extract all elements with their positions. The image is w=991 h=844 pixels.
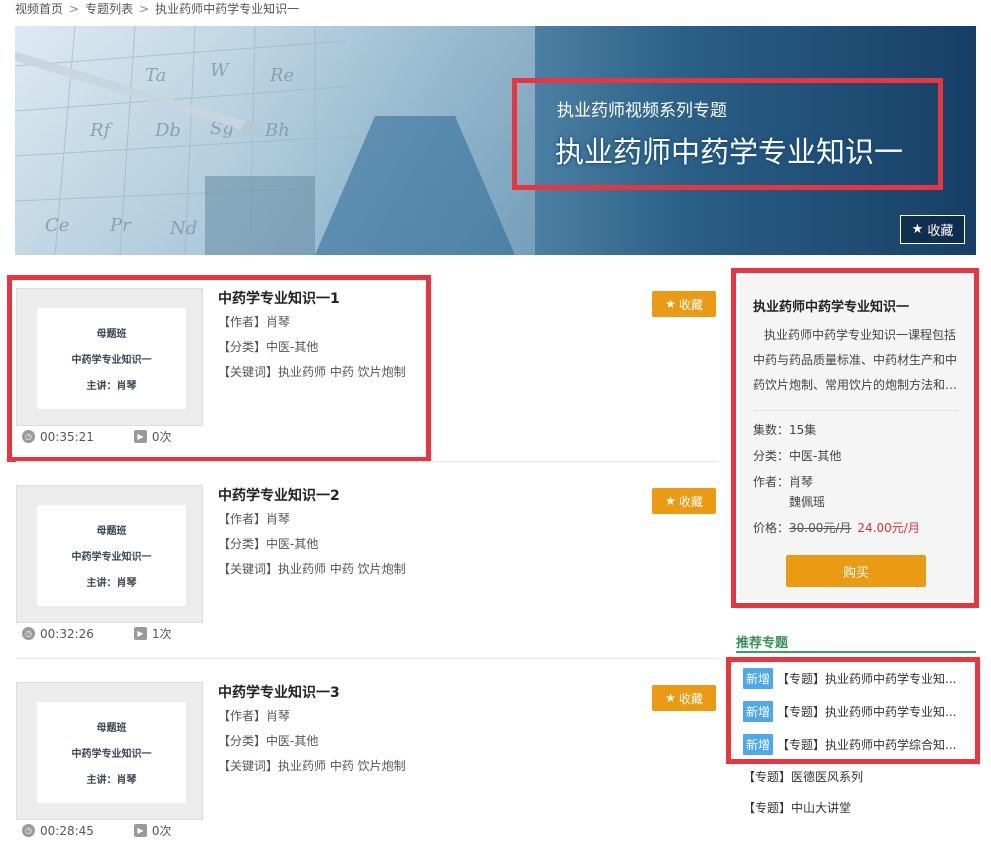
- banner-subtitle: 执业药师视频系列专题: [557, 101, 727, 121]
- thumbnail-card: 母题班 中药学专业知识一 主讲：肖琴: [37, 505, 186, 606]
- new-badge: 新增: [743, 734, 774, 755]
- video-title[interactable]: 中药学专业知识一2: [218, 485, 406, 507]
- thumbnail-card: 母题班 中药学专业知识一 主讲：肖琴: [37, 702, 186, 803]
- recommend-item-label: 【专题】执业药师中药学综合知...: [777, 738, 957, 752]
- video-stats: ◷ 00:28:45 ▶ 0次: [22, 822, 172, 839]
- topic-category: 分类：中医-其他: [753, 449, 842, 463]
- svg-text:Db: Db: [154, 120, 181, 141]
- clock-icon: ◷: [22, 824, 35, 837]
- svg-text:Bh: Bh: [264, 120, 290, 141]
- star-icon: ★: [665, 691, 676, 705]
- video-item[interactable]: 母题班 中药学专业知识一 主讲：肖琴 中药学专业知识一3 【作者】肖琴 【分类】…: [16, 682, 718, 844]
- video-keywords: 【关键词】执业药师 中药 饮片炮制: [218, 562, 406, 576]
- topic-price: 价格：30.00元/月 24.00元/月: [753, 515, 959, 541]
- video-author: 【作者】肖琴: [218, 709, 291, 723]
- original-price: 30.00元/月: [789, 521, 852, 535]
- star-icon: ★: [911, 222, 924, 237]
- video-keywords: 【关键词】执业药师 中药 饮片炮制: [218, 759, 406, 773]
- video-category: 【分类】中医-其他: [218, 537, 319, 551]
- video-thumbnail[interactable]: 母题班 中药学专业知识一 主讲：肖琴: [16, 485, 203, 623]
- video-category: 【分类】中医-其他: [218, 734, 319, 748]
- new-badge: 新增: [743, 668, 774, 689]
- clock-icon: ◷: [22, 627, 35, 640]
- favorite-label: 收藏: [678, 691, 703, 706]
- video-stats: ◷ 00:32:26 ▶ 1次: [22, 625, 172, 642]
- recommend-item[interactable]: 【专题】医德医风系列: [743, 768, 863, 785]
- favorite-button[interactable]: ★ 收藏: [652, 291, 716, 317]
- svg-text:Rf: Rf: [89, 120, 114, 141]
- thumbnail-line: 母题班: [96, 526, 127, 537]
- video-duration: 00:28:45: [40, 823, 94, 838]
- breadcrumb-separator: >: [69, 2, 80, 16]
- topic-info-title: 执业药师中药学专业知识一: [753, 300, 910, 315]
- topic-episodes: 集数：15集: [753, 423, 817, 437]
- recommend-item[interactable]: 新增 【专题】执业药师中药学专业知...: [743, 701, 956, 722]
- thumbnail-line: 主讲：肖琴: [86, 578, 137, 589]
- topic-description: 执业药师中药学专业知识一课程包括中药与药品质量标准、中药材生产和中药饮片炮制、常…: [753, 328, 958, 392]
- topic-info-panel: 执业药师中药学专业知识一 执业药师中药学专业知识一课程包括中药与药品质量标准、中…: [739, 276, 971, 600]
- banner-title-highlight: 执业药师视频系列专题 执业药师中药学专业知识一: [512, 78, 943, 190]
- favorite-button[interactable]: ★ 收藏: [652, 488, 716, 514]
- star-icon: ★: [665, 297, 676, 311]
- thumbnail-line: 中药学专业知识一: [71, 552, 152, 563]
- recommend-item-label: 【专题】执业药师中药学专业知...: [777, 672, 957, 686]
- video-plays: 0次: [151, 824, 172, 838]
- play-icon: ▶: [133, 824, 147, 837]
- recommend-heading: 推荐专题: [736, 632, 976, 653]
- video-plays: 1次: [151, 627, 172, 641]
- recommend-item-label: 【专题】中山大讲堂: [743, 801, 852, 815]
- video-title[interactable]: 中药学专业知识一3: [218, 682, 406, 704]
- recommend-item-label: 【专题】执业药师中药学专业知...: [777, 705, 957, 719]
- thumbnail-line: 母题班: [96, 723, 127, 734]
- video-thumbnail[interactable]: 母题班 中药学专业知识一 主讲：肖琴: [16, 682, 203, 820]
- thumbnail-line: 中药学专业知识一: [71, 749, 152, 760]
- banner-favorite-label: 收藏: [927, 224, 954, 239]
- recommend-item[interactable]: 新增 【专题】执业药师中药学专业知...: [743, 668, 956, 689]
- breadcrumb-home-link[interactable]: 视频首页: [15, 2, 63, 16]
- svg-text:Ce: Ce: [45, 215, 69, 236]
- star-icon: ★: [665, 494, 676, 508]
- buy-button[interactable]: 购买: [786, 555, 926, 587]
- banner-lab-image: Ta W Re Rf Db Sg Bh Ce Pr Nd: [15, 26, 535, 255]
- recommend-item[interactable]: 新增 【专题】执业药师中药学综合知...: [743, 734, 956, 755]
- breadcrumb-current: 执业药师中药学专业知识一: [155, 2, 300, 16]
- sale-price: 24.00元/月: [857, 521, 920, 535]
- svg-text:Nd: Nd: [169, 218, 197, 239]
- recommend-item-label: 【专题】医德医风系列: [743, 770, 864, 784]
- recommend-item[interactable]: 【专题】中山大讲堂: [743, 799, 851, 816]
- first-video-highlight: [7, 275, 431, 462]
- breadcrumb-topic-list-link[interactable]: 专题列表: [85, 2, 133, 16]
- banner-favorite-button[interactable]: ★ 收藏: [900, 215, 965, 244]
- divider: [753, 410, 959, 411]
- new-badge: 新增: [743, 701, 774, 722]
- favorite-button[interactable]: ★ 收藏: [652, 685, 716, 711]
- video-author: 【作者】肖琴: [218, 512, 291, 526]
- thumbnail-line: 主讲：肖琴: [86, 775, 137, 786]
- favorite-label: 收藏: [678, 297, 703, 312]
- topic-info-highlight: 执业药师中药学专业知识一 执业药师中药学专业知识一课程包括中药与药品质量标准、中…: [731, 268, 979, 608]
- breadcrumb-separator: >: [139, 2, 150, 16]
- favorite-label: 收藏: [678, 494, 703, 509]
- svg-text:Re: Re: [269, 65, 294, 86]
- video-duration: 00:32:26: [40, 626, 94, 641]
- divider: [16, 658, 718, 659]
- price-label: 价格：: [753, 521, 790, 535]
- breadcrumb: 视频首页 > 专题列表 > 执业药师中药学专业知识一: [15, 0, 299, 16]
- svg-text:Ta: Ta: [145, 65, 166, 86]
- video-item[interactable]: 母题班 中药学专业知识一 主讲：肖琴 中药学专业知识一2 【作者】肖琴 【分类】…: [16, 485, 718, 657]
- topic-banner: Ta W Re Rf Db Sg Bh Ce Pr Nd 执业药师视频系列专题 执业药师中药学…: [15, 26, 976, 255]
- svg-text:W: W: [210, 60, 230, 81]
- svg-text:Pr: Pr: [109, 215, 132, 236]
- play-icon: ▶: [133, 627, 147, 640]
- banner-title: 执业药师中药学专业知识一: [555, 135, 904, 169]
- divider: [16, 461, 718, 462]
